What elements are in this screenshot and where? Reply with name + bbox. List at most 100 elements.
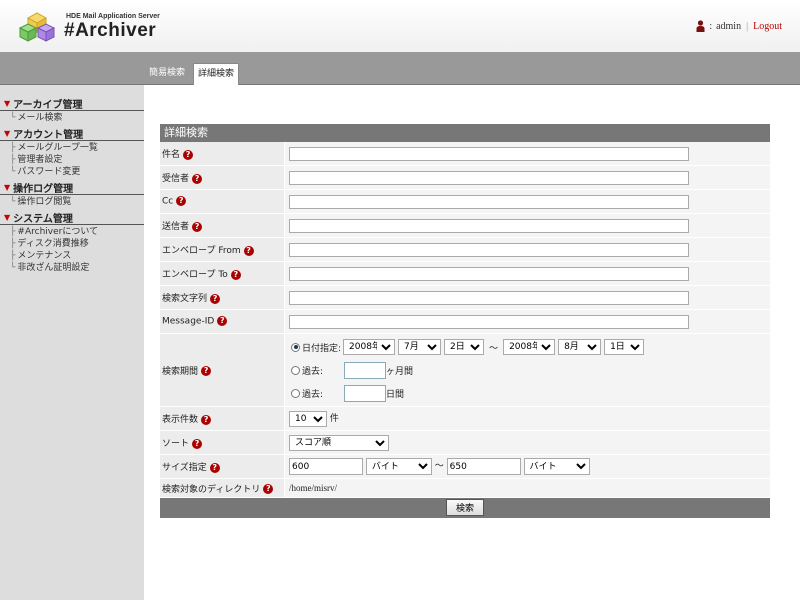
past-months-radio[interactable] (291, 365, 300, 375)
past-days-input[interactable] (344, 384, 386, 402)
from-month-select[interactable]: 7月 (398, 339, 442, 355)
sidebar-item-tamper-proof[interactable]: └ 非改ざん証明設定 (0, 262, 144, 274)
tree-branch-icon: ├ (10, 251, 16, 261)
archiver-logo (18, 12, 56, 42)
search-text-input[interactable] (289, 290, 689, 305)
tree-branch-icon: ├ (10, 239, 16, 249)
size-min-unit-select[interactable]: バイト (365, 458, 432, 475)
field-label: エンベロープ From? (160, 237, 285, 262)
user-prefix: : (709, 20, 713, 32)
past-days-radio[interactable] (291, 388, 300, 398)
help-icon[interactable]: ? (217, 316, 228, 327)
help-icon[interactable]: ? (192, 438, 203, 449)
sidebar-section-title: アカウント管理 (13, 129, 84, 141)
help-icon[interactable]: ? (210, 293, 221, 304)
sidebar-item-oplog-view[interactable]: └ 操作ログ閲覧 (0, 196, 144, 208)
help-icon[interactable]: ? (263, 484, 274, 494)
display-count-select[interactable]: 10 (289, 410, 327, 427)
sidebar-section-header[interactable]: ▼ アカウント管理 (0, 126, 144, 141)
triangle-down-icon: ▼ (4, 212, 11, 222)
field-label: 検索文字列? (160, 285, 285, 310)
date-range-radio[interactable] (291, 342, 300, 352)
field-label: 表示件数? (160, 406, 285, 431)
from-year-select[interactable]: 2008年 (343, 339, 396, 355)
form-row-subject: 件名? (160, 142, 770, 166)
field-label: ソート? (160, 430, 285, 455)
sidebar-section-header[interactable]: ▼ アーカイブ管理 (0, 96, 144, 111)
sidebar-item-admin-settings[interactable]: ├ 管理者設定 (0, 154, 144, 166)
size-max-input[interactable] (446, 458, 521, 475)
help-icon[interactable]: ? (183, 149, 194, 160)
separator: | (746, 20, 749, 32)
from-day-select[interactable]: 2日 (444, 339, 485, 355)
tree-branch-icon: ├ (10, 143, 16, 153)
form-row-period: 検索期間? 日付指定: 2008年 7月 2日 ～ 2008年 8月 1日 過去… (160, 333, 770, 407)
field-label: 送信者? (160, 213, 285, 238)
tree-branch-icon: └ (10, 167, 16, 177)
sidebar-item-disk-usage[interactable]: ├ ディスク消費推移 (0, 238, 144, 250)
advanced-search-form: 詳細検索 件名? 受信者? Cc? 送信者? エンベロープ From? エンベロ… (160, 124, 770, 518)
help-icon[interactable]: ? (201, 414, 212, 425)
form-table: 件名? 受信者? Cc? 送信者? エンベロープ From? エンベロープ To… (160, 142, 770, 498)
form-row-directory: 検索対象のディレクトリ? /home/misrv/ (160, 478, 770, 498)
logout-link[interactable]: Logout (753, 21, 782, 32)
cc-input[interactable] (289, 194, 689, 209)
tab-advanced-search[interactable]: 詳細検索 (193, 63, 240, 85)
form-row-search-text: 検索文字列? (160, 285, 770, 310)
tree-branch-icon: └ (10, 113, 16, 123)
sidebar-section-oplog: ▼ 操作ログ管理 └ 操作ログ閲覧 (0, 180, 144, 208)
form-row-sort: ソート? スコア順 (160, 430, 770, 455)
directory-value: /home/misrv/ (289, 483, 337, 493)
envelope-from-input[interactable] (289, 242, 689, 257)
help-icon[interactable]: ? (243, 245, 254, 256)
form-row-envelope-from: エンベロープ From? (160, 237, 770, 262)
sort-select[interactable]: スコア順 (289, 434, 389, 451)
tab-bar: 簡易検索 詳細検索 (0, 52, 800, 85)
help-icon[interactable]: ? (209, 462, 220, 473)
sidebar-item-password-change[interactable]: └ パスワード変更 (0, 166, 144, 178)
field-label: Cc? (160, 189, 285, 214)
recipient-input[interactable] (289, 170, 689, 185)
sidebar-item-maintenance[interactable]: ├ メンテナンス (0, 250, 144, 262)
username: admin (716, 20, 742, 32)
size-max-unit-select[interactable]: バイト (523, 458, 590, 475)
sidebar-item-mail-groups[interactable]: ├ メールグループ一覧 (0, 142, 144, 154)
to-year-select[interactable]: 2008年 (503, 339, 556, 355)
field-label: 受信者? (160, 165, 285, 190)
form-row-cc: Cc? (160, 189, 770, 214)
field-label: Message-ID? (160, 309, 285, 334)
form-row-message-id: Message-ID? (160, 309, 770, 334)
form-row-recipient: 受信者? (160, 165, 770, 190)
form-row-envelope-to: エンベロープ To? (160, 261, 770, 286)
to-month-select[interactable]: 8月 (558, 339, 602, 355)
sidebar-section-header[interactable]: ▼ 操作ログ管理 (0, 180, 144, 195)
field-label: 検索対象のディレクトリ? (160, 478, 285, 498)
sender-input[interactable] (289, 218, 689, 233)
triangle-down-icon: ▼ (4, 128, 11, 138)
size-min-input[interactable] (289, 458, 363, 475)
help-icon[interactable]: ? (230, 269, 241, 280)
past-months-input[interactable] (344, 361, 386, 379)
search-button[interactable]: 検索 (446, 499, 484, 516)
form-row-sender: 送信者? (160, 213, 770, 238)
field-label: 検索期間? (160, 333, 285, 407)
triangle-down-icon: ▼ (4, 182, 11, 192)
subject-input[interactable] (289, 146, 689, 161)
help-icon[interactable]: ? (192, 173, 203, 184)
field-label: エンベロープ To? (160, 261, 285, 286)
submit-row: 検索 (160, 498, 770, 518)
envelope-to-input[interactable] (289, 266, 689, 281)
message-id-input[interactable] (289, 314, 689, 329)
app-title: #Archiver (64, 20, 157, 41)
sidebar-item-mail-search[interactable]: └ メール検索 (0, 112, 144, 124)
tab-simple-search[interactable]: 簡易検索 (145, 64, 189, 82)
tree-branch-icon: └ (10, 263, 16, 273)
sidebar-section-title: システム管理 (13, 213, 73, 225)
to-day-select[interactable]: 1日 (604, 339, 645, 355)
sidebar-section-account: ▼ アカウント管理 ├ メールグループ一覧 ├ 管理者設定 └ パスワード変更 (0, 126, 144, 178)
help-icon[interactable]: ? (176, 196, 187, 207)
help-icon[interactable]: ? (192, 221, 203, 232)
help-icon[interactable]: ? (201, 366, 212, 376)
sidebar-item-about[interactable]: ├ #Archiverについて (0, 226, 144, 238)
sidebar-section-header[interactable]: ▼ システム管理 (0, 210, 144, 225)
